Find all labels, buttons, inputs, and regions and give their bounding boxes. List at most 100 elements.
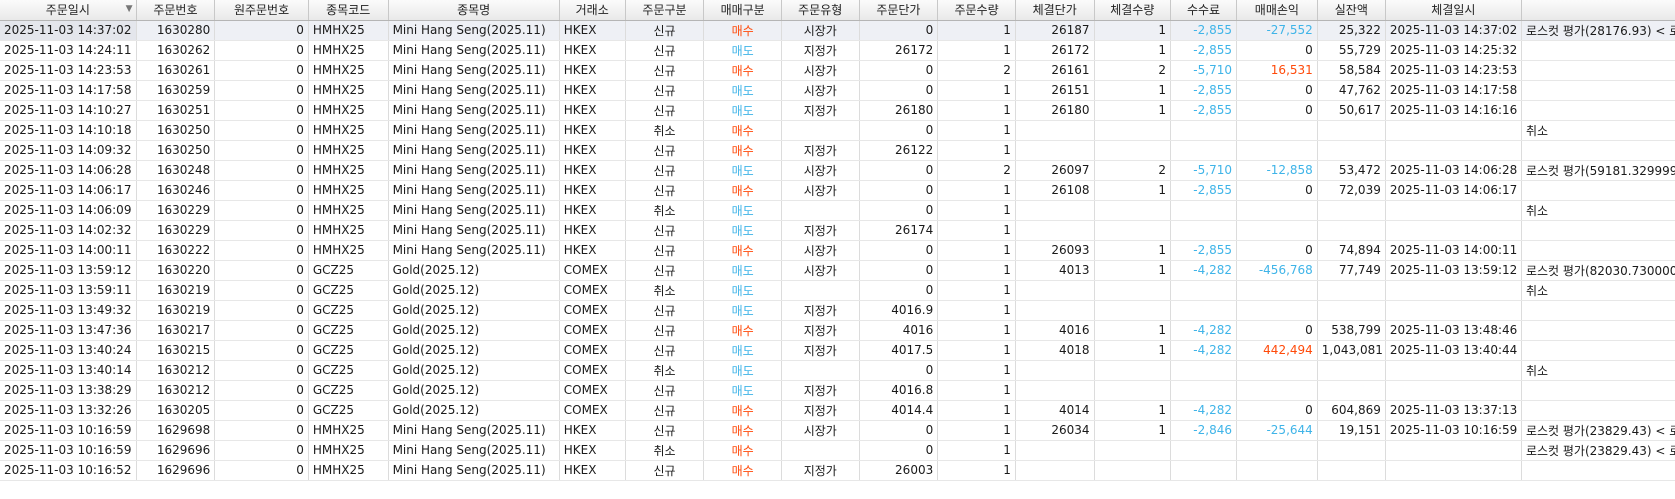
table-row[interactable]: 2025-11-03 10:16:52 1629696 0 HMHX25 Mini Ha… [0, 460, 1675, 481]
table-row[interactable]: 2025-11-03 14:06:09 1630229 0 HMHX25 Mini Ha… [0, 200, 1675, 221]
col-header-fill-price[interactable]: 체결단가 [1015, 0, 1095, 21]
symbol-code-cell: HMHX25 [308, 160, 389, 181]
order-kind-cell: 신규 [625, 320, 705, 341]
table-row[interactable]: 2025-11-03 10:16:59 1629698 0 HMHX25 Mini Ha… [0, 420, 1675, 441]
table-row[interactable]: 2025-11-03 13:49:32 1630219 0 GCZ25 Gold(202… [0, 300, 1675, 321]
fill-price-cell: 26093 [1015, 240, 1095, 261]
col-header-order-price[interactable]: 주문단가 [859, 0, 939, 21]
table-row[interactable]: 2025-11-03 13:32:26 1630205 0 GCZ25 Gold(202… [0, 400, 1675, 421]
orig-order-no-cell: 0 [214, 60, 309, 81]
order-time-cell: 2025-11-03 14:23:53 [0, 60, 137, 81]
table-row[interactable]: 2025-11-03 13:47:36 1630217 0 GCZ25 Gold(202… [0, 320, 1675, 341]
table-row[interactable]: 2025-11-03 14:00:11 1630222 0 HMHX25 Mini Ha… [0, 240, 1675, 261]
order-time-cell: 2025-11-03 14:10:27 [0, 100, 137, 121]
col-header-fee[interactable]: 수수료 [1170, 0, 1237, 21]
filter-icon[interactable]: ▼ [126, 4, 133, 14]
table-row[interactable]: 2025-11-03 13:40:24 1630215 0 GCZ25 Gold(202… [0, 340, 1675, 361]
order-type-cell [781, 440, 860, 461]
symbol-code-cell: HMHX25 [308, 180, 389, 201]
exchange-cell: COMEX [559, 300, 626, 321]
col-header-orig-order-no[interactable]: 원주문번호 [214, 0, 309, 21]
table-row[interactable]: 2025-11-03 14:10:18 1630250 0 HMHX25 Mini Ha… [0, 120, 1675, 141]
fee-cell [1170, 280, 1237, 301]
order-price-cell: 0 [859, 360, 939, 381]
side-cell: 매도 [703, 160, 782, 181]
col-header-order-no[interactable]: 주문번호 [136, 0, 216, 21]
fill-time-cell: 2025-11-03 14:00:11 [1385, 240, 1522, 261]
order-kind-cell: 신규 [625, 220, 705, 241]
fee-cell: -2,855 [1170, 240, 1237, 261]
col-header-order-qty[interactable]: 주문수량 [937, 0, 1016, 21]
col-header-pnl[interactable]: 매매손익 [1236, 0, 1318, 21]
table-row[interactable]: 2025-11-03 13:59:11 1630219 0 GCZ25 Gold(202… [0, 280, 1675, 301]
col-header-fill-time[interactable]: 체결일시 [1385, 0, 1522, 21]
table-row[interactable]: 2025-11-03 14:37:02 1630280 0 HMHX25 Mini Ha… [0, 20, 1675, 41]
fee-cell [1170, 220, 1237, 241]
order-time-cell: 2025-11-03 14:06:28 [0, 160, 137, 181]
table-row[interactable]: 2025-11-03 14:02:32 1630229 0 HMHX25 Mini Ha… [0, 220, 1675, 241]
order-no-cell: 1630219 [136, 280, 216, 301]
col-header-side[interactable]: 매매구분 [703, 0, 782, 21]
exchange-cell: HKEX [559, 240, 626, 261]
order-no-cell: 1630250 [136, 120, 216, 141]
note-cell [1521, 300, 1675, 321]
side-cell: 매도 [703, 40, 782, 61]
order-type-cell: 시장가 [781, 260, 860, 281]
col-header-order-time[interactable]: 주문일시 ▼ [0, 0, 137, 21]
col-header-fill-qty[interactable]: 체결수량 [1094, 0, 1172, 21]
order-qty-cell: 1 [937, 180, 1016, 201]
note-cell [1521, 380, 1675, 401]
order-kind-cell: 신규 [625, 20, 705, 41]
fill-price-cell: 26180 [1015, 100, 1095, 121]
fee-cell: -2,855 [1170, 100, 1237, 121]
col-header-balance[interactable]: 실잔액 [1317, 0, 1386, 21]
balance-cell: 72,039 [1317, 180, 1386, 201]
table-row[interactable]: 2025-11-03 10:16:59 1629696 0 HMHX25 Mini Ha… [0, 440, 1675, 461]
table-row[interactable]: 2025-11-03 13:59:12 1630220 0 GCZ25 Gold(202… [0, 260, 1675, 281]
order-price-cell: 0 [859, 200, 939, 221]
table-row[interactable]: 2025-11-03 14:17:58 1630259 0 HMHX25 Mini Ha… [0, 80, 1675, 101]
symbol-code-cell: HMHX25 [308, 140, 389, 161]
side-cell: 매도 [703, 80, 782, 101]
table-row[interactable]: 2025-11-03 14:06:17 1630246 0 HMHX25 Mini Ha… [0, 180, 1675, 201]
fill-price-cell: 4014 [1015, 400, 1095, 421]
col-header-note[interactable] [1521, 0, 1675, 21]
order-kind-cell: 신규 [625, 260, 705, 281]
symbol-name-cell: Gold(2025.12) [388, 400, 560, 421]
table-row[interactable]: 2025-11-03 14:09:32 1630250 0 HMHX25 Mini Ha… [0, 140, 1675, 161]
symbol-code-cell: HMHX25 [308, 40, 389, 61]
note-cell [1521, 40, 1675, 61]
table-row[interactable]: 2025-11-03 13:38:29 1630212 0 GCZ25 Gold(202… [0, 380, 1675, 401]
col-header-symbol-code[interactable]: 종목코드 [308, 0, 389, 21]
table-row[interactable]: 2025-11-03 14:23:53 1630261 0 HMHX25 Mini Ha… [0, 60, 1675, 81]
fill-time-cell: 2025-11-03 14:17:58 [1385, 80, 1522, 101]
symbol-code-cell: HMHX25 [308, 460, 389, 481]
table-row[interactable]: 2025-11-03 14:10:27 1630251 0 HMHX25 Mini Ha… [0, 100, 1675, 121]
order-price-cell: 0 [859, 20, 939, 41]
order-price-cell: 26172 [859, 40, 939, 61]
symbol-name-cell: Gold(2025.12) [388, 320, 560, 341]
order-no-cell: 1630251 [136, 100, 216, 121]
col-header-order-type[interactable]: 주문유형 [781, 0, 860, 21]
orig-order-no-cell: 0 [214, 140, 309, 161]
table-row[interactable]: 2025-11-03 14:06:28 1630248 0 HMHX25 Mini Ha… [0, 160, 1675, 181]
col-header-order-kind[interactable]: 주문구분 [625, 0, 705, 21]
balance-cell: 58,584 [1317, 60, 1386, 81]
exchange-cell: HKEX [559, 420, 626, 441]
fee-cell: -2,855 [1170, 40, 1237, 61]
note-cell [1521, 460, 1675, 481]
fee-cell [1170, 200, 1237, 221]
fee-cell [1170, 460, 1237, 481]
fill-price-cell [1015, 200, 1095, 221]
symbol-name-cell: Gold(2025.12) [388, 360, 560, 381]
col-header-symbol-name[interactable]: 종목명 [388, 0, 560, 21]
order-qty-cell: 1 [937, 120, 1016, 141]
fill-qty-cell [1094, 220, 1172, 241]
fill-time-cell [1385, 440, 1522, 461]
table-row[interactable]: 2025-11-03 14:24:11 1630262 0 HMHX25 Mini Ha… [0, 40, 1675, 61]
order-time-cell: 2025-11-03 14:37:02 [0, 20, 137, 41]
fill-time-cell: 2025-11-03 14:37:02 [1385, 20, 1522, 41]
table-row[interactable]: 2025-11-03 13:40:14 1630212 0 GCZ25 Gold(202… [0, 360, 1675, 381]
col-header-exchange[interactable]: 거래소 [559, 0, 626, 21]
order-qty-cell: 1 [937, 40, 1016, 61]
